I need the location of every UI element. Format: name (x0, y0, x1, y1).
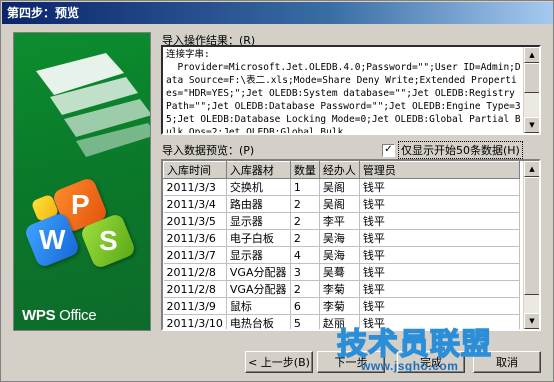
table-cell: 赵丽 (319, 314, 360, 329)
table-cell: 2 (290, 280, 320, 298)
table-row: 2011/3/5 显示器 2 李平 钱平 (163, 212, 520, 230)
table-cell: 2011/3/9 (163, 297, 227, 315)
table-cell: 钱平 (359, 297, 520, 315)
scroll-down-icon[interactable]: ▼ (524, 117, 539, 133)
table-cell: 吴阁 (319, 195, 360, 213)
table-cell: 2011/3/4 (163, 195, 227, 213)
table-cell: 2011/3/10 (163, 314, 227, 329)
result-scrollbar[interactable]: ▲ ▼ (523, 47, 539, 133)
table-row: 2011/3/7 显示器 4 吴海 钱平 (163, 246, 520, 264)
window-title: 第四步：预览 (2, 2, 553, 24)
table-row: 2011/2/8 VGA分配器 2 李菊 钱平 (163, 280, 520, 298)
preview-table: 入库时间 入库器材 数量 经办人 管理员 2011/3/3 交换机 1 吴阁 钱平 2011/3/… (163, 161, 520, 329)
table-cell: 鼠标 (226, 297, 291, 315)
brand-stripes-graphic (36, 53, 150, 157)
table-row: 2011/2/8 VGA分配器 3 吴蓦 钱平 (163, 263, 520, 281)
table-cell: 1 (290, 178, 320, 196)
table-cell: 吴阁 (319, 178, 360, 196)
table-cell: 2 (290, 229, 320, 247)
table-cell: 吴海 (319, 246, 360, 264)
table-cell: 5 (290, 314, 320, 329)
table-cell: 电热台板 (226, 314, 291, 329)
table-cell: 3 (290, 263, 320, 281)
preview-label: 导入数据预览：(P) (162, 144, 255, 157)
table-cell: 2 (290, 212, 320, 230)
table-cell: 2011/2/8 (163, 280, 227, 298)
scroll-up-icon[interactable]: ▲ (524, 47, 539, 63)
connection-string-text: 连接字串: Provider=Microsoft.Jet.OLEDB.4.0;P… (166, 49, 521, 135)
import-result-textarea[interactable]: 连接字串: Provider=Microsoft.Jet.OLEDB.4.0;P… (161, 45, 541, 135)
preview-table-container: 入库时间 入库器材 数量 经办人 管理员 2011/3/3 交换机 1 吴阁 钱平 2011/3/… (161, 159, 541, 331)
table-cell: 钱平 (359, 314, 520, 329)
wps-office-logo: WPS Office (22, 307, 97, 324)
table-row: 2011/3/6 电子白板 2 吴海 钱平 (163, 229, 520, 247)
next-step-button[interactable]: 下一步 (317, 351, 385, 373)
table-cell: VGA分配器 (226, 280, 291, 298)
table-cell: 路由器 (226, 195, 291, 213)
table-row: 2011/3/3 交换机 1 吴阁 钱平 (163, 178, 520, 196)
table-cell: 2011/3/5 (163, 212, 227, 230)
cancel-button[interactable]: 取消 (473, 351, 541, 373)
table-cell: 吴蓦 (319, 263, 360, 281)
table-cell: 钱平 (359, 212, 520, 230)
table-cell: 电子白板 (226, 229, 291, 247)
table-cell: 钱平 (359, 229, 520, 247)
table-cell: 李菊 (319, 280, 360, 298)
only-50-rows-checkbox-row[interactable]: ✓ 仅显示开始50条数据(H) (382, 141, 523, 159)
import-wizard-window: 第四步：预览 P W S WPS Office 导入操作结果：(R) 连接字串:… (0, 0, 554, 382)
table-cell: 2011/3/3 (163, 178, 227, 196)
table-row: 2011/3/4 路由器 2 吴阁 钱平 (163, 195, 520, 213)
table-cell: 交换机 (226, 178, 291, 196)
finish-button[interactable]: 完成 (397, 351, 465, 373)
table-cell: 钱平 (359, 263, 520, 281)
prev-step-button[interactable]: < 上一步(B) (245, 351, 313, 373)
scroll-up-icon[interactable]: ▲ (524, 161, 539, 177)
table-cell: 显示器 (226, 212, 291, 230)
scroll-thumb[interactable] (524, 63, 539, 93)
table-cell: 李菊 (319, 297, 360, 315)
checkmark-icon: ✓ (384, 144, 393, 155)
scroll-thumb[interactable] (524, 177, 539, 295)
table-body: 2011/3/3 交换机 1 吴阁 钱平 2011/3/4 路由器 2 吴阁 钱平 2011/3/5… (163, 178, 520, 329)
table-cell: 李平 (319, 212, 360, 230)
table-row: 2011/3/10 电热台板 5 赵丽 钱平 (163, 314, 520, 329)
table-cell: 显示器 (226, 246, 291, 264)
table-cell: 吴海 (319, 229, 360, 247)
table-cell: 钱平 (359, 195, 520, 213)
table-scrollbar[interactable]: ▲ ▼ (523, 161, 539, 329)
only-50-rows-label[interactable]: 仅显示开始50条数据(H) (398, 141, 523, 159)
table-cell: 2011/3/7 (163, 246, 227, 264)
table-cell: 钱平 (359, 246, 520, 264)
table-cell: 2011/3/6 (163, 229, 227, 247)
table-cell: 钱平 (359, 280, 520, 298)
wps-brand-panel: P W S WPS Office (13, 32, 151, 331)
table-cell: 2011/2/8 (163, 263, 227, 281)
table-cell: VGA分配器 (226, 263, 291, 281)
only-50-rows-checkbox[interactable]: ✓ (382, 143, 395, 157)
table-cell: 6 (290, 297, 320, 315)
table-cell: 钱平 (359, 178, 520, 196)
column-header[interactable]: 入库器材 (225, 161, 291, 179)
column-header[interactable]: 经办人 (318, 161, 360, 179)
column-header[interactable]: 入库时间 (163, 161, 227, 179)
column-header[interactable]: 数量 (289, 161, 320, 179)
table-cell: 2 (290, 195, 320, 213)
table-header-row: 入库时间 入库器材 数量 经办人 管理员 (163, 161, 520, 179)
column-header[interactable]: 管理员 (358, 161, 520, 179)
table-cell: 4 (290, 246, 320, 264)
scroll-down-icon[interactable]: ▼ (524, 313, 539, 329)
table-row: 2011/3/9 鼠标 6 李菊 钱平 (163, 297, 520, 315)
